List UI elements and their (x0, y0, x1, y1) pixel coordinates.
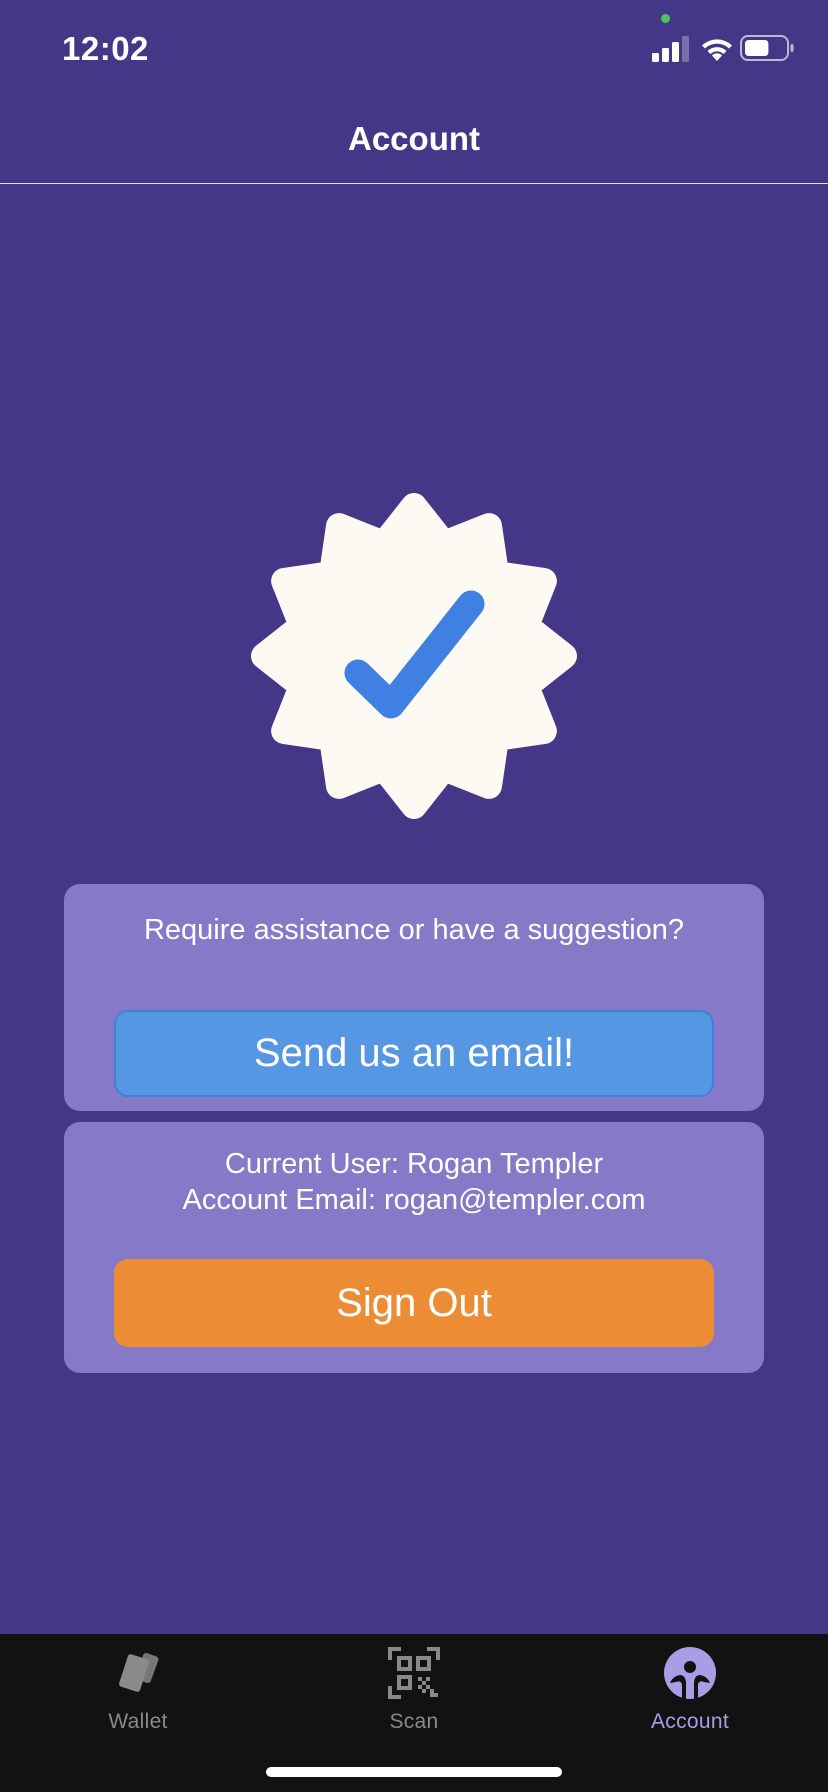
tab-label-scan: Scan (389, 1710, 439, 1733)
sign-out-button[interactable]: Sign Out (114, 1259, 714, 1347)
verified-badge-icon (251, 493, 577, 819)
status-bar: 12:02 (0, 0, 828, 100)
send-email-button[interactable]: Send us an email! (114, 1010, 714, 1097)
support-prompt-text: Require assistance or have a suggestion? (143, 914, 685, 946)
tab-scan[interactable]: Scan (276, 1634, 552, 1744)
account-email-text: Account Email: rogan@templer.com (182, 1184, 646, 1216)
status-time: 12:02 (62, 30, 149, 67)
user-info-card: Current User: Rogan Templer Account Emai… (64, 1122, 764, 1373)
qr-code-icon (388, 1647, 440, 1699)
navigation-header: Account (0, 100, 828, 184)
support-card: Require assistance or have a suggestion?… (64, 884, 764, 1111)
home-indicator[interactable] (266, 1767, 562, 1777)
wallet-cards-icon (119, 1652, 159, 1692)
page-title: Account (348, 120, 480, 157)
tab-label-wallet: Wallet (108, 1710, 168, 1733)
wifi-icon (702, 39, 732, 61)
tab-bar: Wallet Scan Account (0, 1634, 828, 1792)
tab-label-account: Account (651, 1710, 729, 1733)
privacy-indicator-dot (661, 14, 670, 23)
tab-account[interactable]: Account (552, 1634, 828, 1744)
signal-icon (652, 36, 689, 62)
account-screen: 12:02 Account Require assistance or have… (0, 0, 828, 1792)
battery-icon (740, 35, 794, 61)
current-user-text: Current User: Rogan Templer (224, 1148, 604, 1180)
tab-wallet[interactable]: Wallet (0, 1634, 276, 1744)
account-icon (664, 1647, 716, 1699)
